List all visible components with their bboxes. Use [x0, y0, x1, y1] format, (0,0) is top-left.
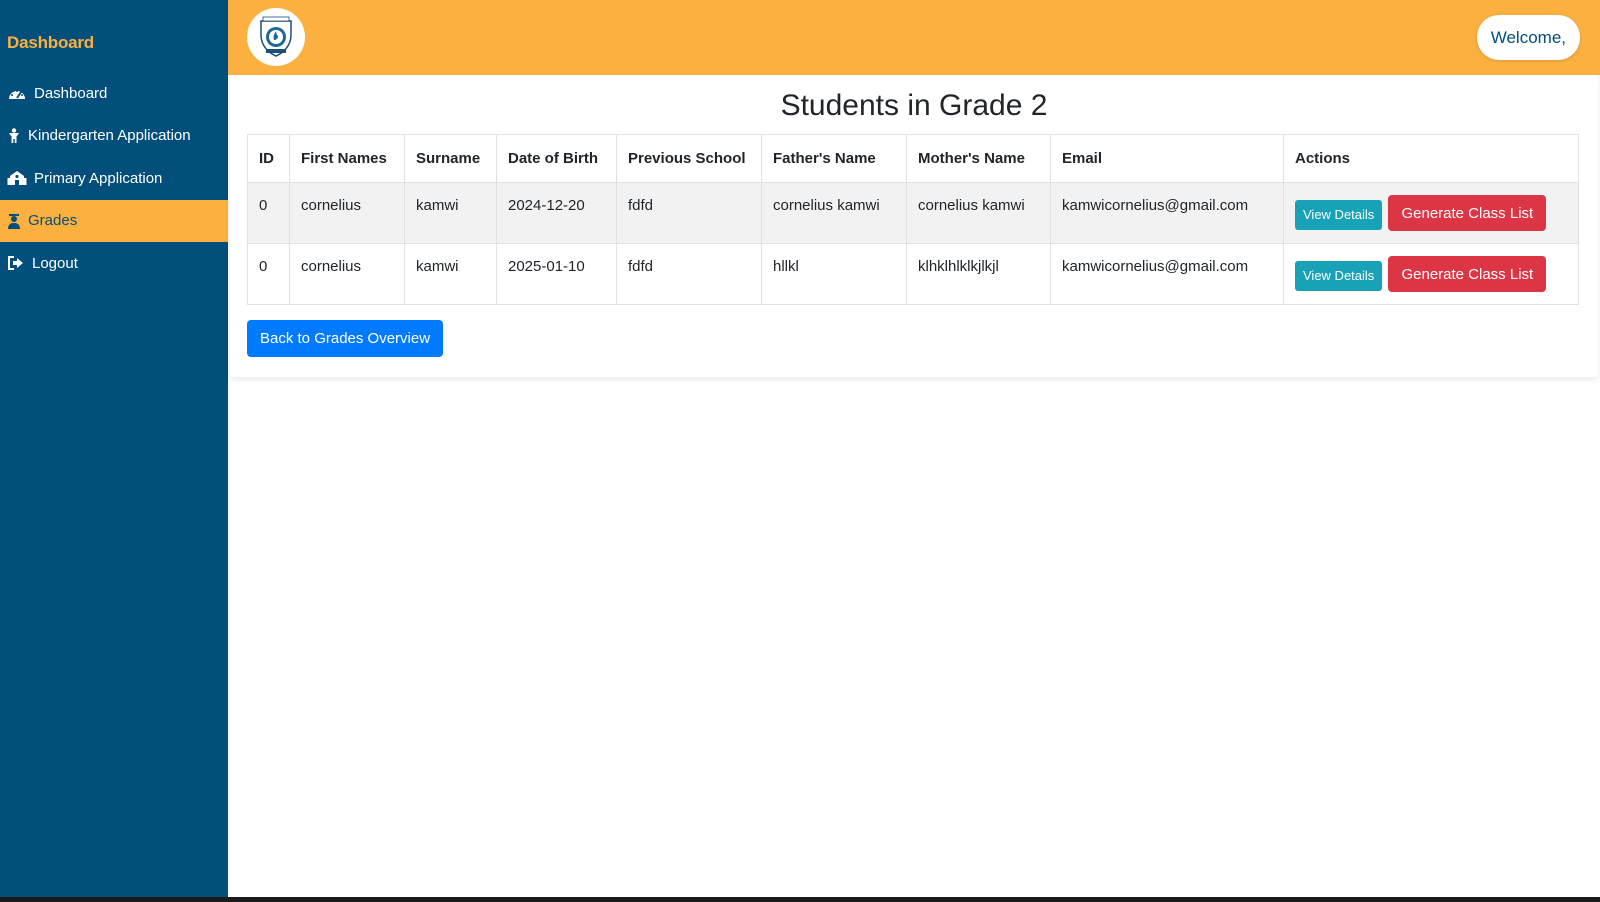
sidebar-item-grades[interactable]: Grades [0, 199, 228, 242]
school-crest-icon[interactable] [247, 8, 305, 66]
sidebar-item-label: Dashboard [34, 84, 108, 102]
main-content: Students in Grade 2 ID First Names Surna… [230, 75, 1598, 377]
sign-out-icon [7, 254, 25, 272]
sidebar-item-label: Grades [28, 212, 78, 229]
sidebar: Dashboard Dashboard Kindergarten Applica… [0, 0, 228, 897]
column-header-mother: Mother's Name [906, 134, 1051, 183]
welcome-badge[interactable]: Welcome, [1476, 15, 1580, 60]
table-header-row: ID First Names Surname Date of Birth Pre… [247, 134, 1579, 183]
cell-father: hllkl [761, 243, 907, 305]
sidebar-nav: Dashboard Kindergarten Application Prima… [0, 72, 228, 285]
cell-surname: kamwi [404, 182, 497, 244]
table-row: 0 cornelius kamwi 2025-01-10 fdfd hllkl … [247, 243, 1579, 305]
column-header-actions: Actions [1283, 134, 1579, 183]
column-header-previous-school: Previous School [616, 134, 762, 183]
cell-dob: 2024-12-20 [496, 182, 617, 244]
cell-mother: klhklhlklkjlkjl [906, 243, 1051, 305]
tachometer-icon [7, 84, 27, 102]
sidebar-item-primary[interactable]: Primary Application [0, 157, 228, 199]
students-table: ID First Names Surname Date of Birth Pre… [247, 134, 1579, 305]
cell-id: 0 [247, 243, 290, 305]
student-icon [7, 212, 21, 230]
top-header: Welcome, [228, 0, 1600, 75]
cell-previous-school: fdfd [616, 182, 762, 244]
sidebar-item-logout[interactable]: Logout [0, 242, 228, 284]
generate-class-list-button[interactable]: Generate Class List [1388, 256, 1547, 292]
child-icon [7, 127, 21, 145]
cell-dob: 2025-01-10 [496, 243, 617, 305]
cell-previous-school: fdfd [616, 243, 762, 305]
column-header-father: Father's Name [761, 134, 907, 183]
table-row: 0 cornelius kamwi 2024-12-20 fdfd cornel… [247, 182, 1579, 244]
sidebar-brand: Dashboard [7, 33, 94, 52]
sidebar-item-label: Logout [32, 254, 78, 272]
cell-first-names: cornelius [289, 182, 405, 244]
sidebar-item-kindergarten[interactable]: Kindergarten Application [0, 115, 228, 157]
column-header-surname: Surname [404, 134, 497, 183]
cell-id: 0 [247, 182, 290, 244]
generate-class-list-button[interactable]: Generate Class List [1388, 195, 1547, 231]
cell-mother: cornelius kamwi [906, 182, 1051, 244]
cell-surname: kamwi [404, 243, 497, 305]
school-icon [7, 169, 27, 187]
view-details-button[interactable]: View Details [1295, 260, 1383, 291]
back-to-grades-button[interactable]: Back to Grades Overview [247, 320, 444, 357]
sidebar-item-label: Kindergarten Application [28, 127, 191, 144]
column-header-first-names: First Names [289, 134, 405, 183]
column-header-id: ID [247, 134, 290, 183]
view-details-button[interactable]: View Details [1295, 199, 1383, 230]
column-header-email: Email [1050, 134, 1284, 183]
cell-actions: View Details Generate Class List [1283, 182, 1579, 244]
cell-actions: View Details Generate Class List [1283, 243, 1579, 305]
page-title: Students in Grade 2 [780, 89, 1048, 122]
column-header-dob: Date of Birth [496, 134, 617, 183]
sidebar-item-label: Primary Application [34, 169, 163, 187]
cell-father: cornelius kamwi [761, 182, 907, 244]
cell-email: kamwicornelius@gmail.com [1050, 243, 1284, 305]
sidebar-item-dashboard[interactable]: Dashboard [0, 72, 228, 114]
cell-email: kamwicornelius@gmail.com [1050, 182, 1284, 244]
window-bottom-edge [0, 897, 1600, 902]
cell-first-names: cornelius [289, 243, 405, 305]
